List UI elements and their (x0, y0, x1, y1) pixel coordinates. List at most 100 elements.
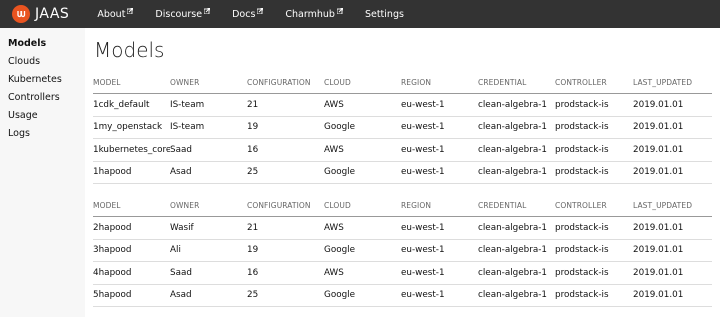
cell-configuration: 16 (247, 261, 324, 285)
nav-docs-link[interactable]: Docs (232, 8, 264, 20)
column-header-configuration[interactable]: CONFIGURATION (247, 194, 324, 217)
cell-model[interactable]: 1cdk_default (93, 93, 170, 117)
cell-credential: clean-algebra-1 (478, 216, 555, 240)
cell-credential: clean-algebra-1 (478, 138, 555, 162)
cell-credential: clean-algebra-1 (478, 239, 555, 262)
cell-configuration: 25 (247, 161, 324, 184)
column-header-model[interactable]: MODEL (93, 194, 170, 217)
nav-settings-link[interactable]: Settings (365, 9, 404, 20)
cell-controller: prodstack-is (555, 116, 633, 139)
cell-region: eu-west-1 (401, 216, 478, 240)
cell-last-updated: 2019.01.01 (633, 239, 712, 262)
cell-controller: prodstack-is (555, 261, 633, 285)
cell-last-updated: 2019.01.01 (633, 93, 712, 117)
cell-model[interactable]: 4hapood (93, 261, 170, 285)
models-table: MODEL OWNER CONFIGURATION CLOUD REGION CREDEN… (93, 194, 712, 307)
table-row[interactable]: 1kubernetes_core Saad 16 AWS eu-west-1 clean-… (93, 138, 712, 162)
cell-controller: prodstack-is (555, 93, 633, 117)
cell-region: eu-west-1 (401, 93, 478, 117)
cell-last-updated: 2019.01.01 (633, 284, 712, 307)
cell-configuration: 21 (247, 216, 324, 240)
column-header-cloud[interactable]: CLOUD (324, 194, 401, 217)
cell-model[interactable]: 1hapood (93, 161, 170, 184)
cell-owner: Ali (170, 239, 247, 262)
nav-about-label: About (97, 8, 126, 20)
column-header-credential[interactable]: CREDENTIAL (478, 194, 555, 217)
cell-model[interactable]: 1kubernetes_core (93, 138, 170, 162)
nav-about-link[interactable]: About (97, 8, 134, 20)
cell-cloud: Google (324, 239, 401, 262)
cell-region: eu-west-1 (401, 138, 478, 162)
cell-credential: clean-algebra-1 (478, 261, 555, 285)
table-row[interactable]: 1my_openstack IS-team 19 Google eu-west-1 cle… (93, 116, 712, 139)
column-header-owner[interactable]: OWNER (170, 71, 247, 94)
sidebar-item-controllers[interactable]: Controllers (0, 89, 85, 107)
page-title: Models (94, 38, 165, 62)
cell-cloud: AWS (324, 261, 401, 285)
top-navigation-bar: JAAS About Discourse Docs Charmhub Setti… (0, 0, 720, 28)
cell-region: eu-west-1 (401, 161, 478, 184)
cell-model[interactable]: 3hapood (93, 239, 170, 262)
sidebar-item-kubernetes[interactable]: Kubernetes (0, 71, 85, 89)
cell-model[interactable]: 1my_openstack (93, 116, 170, 139)
sidebar-item-models[interactable]: Models (0, 35, 85, 53)
column-header-region[interactable]: REGION (401, 194, 478, 217)
column-header-cloud[interactable]: CLOUD (324, 71, 401, 94)
cell-configuration: 19 (247, 116, 324, 139)
column-header-region[interactable]: REGION (401, 71, 478, 94)
nav-discourse-label: Discourse (155, 8, 203, 20)
brand[interactable]: JAAS (12, 5, 69, 23)
column-header-controller[interactable]: CONTROLLER (555, 194, 633, 217)
cell-owner: IS-team (170, 116, 247, 139)
cell-model[interactable]: 5hapood (93, 284, 170, 307)
external-link-icon (204, 8, 211, 14)
cell-credential: clean-algebra-1 (478, 93, 555, 117)
cell-configuration: 19 (247, 239, 324, 262)
table-header-row: MODEL OWNER CONFIGURATION CLOUD REGION CREDEN… (93, 71, 712, 94)
column-header-model[interactable]: MODEL (93, 71, 170, 94)
models-table: MODEL OWNER CONFIGURATION CLOUD REGION CREDEN… (93, 71, 712, 184)
table-row[interactable]: 1cdk_default IS-team 21 AWS eu-west-1 clean-a… (93, 93, 712, 117)
cell-controller: prodstack-is (555, 216, 633, 240)
cell-owner: Asad (170, 284, 247, 307)
brand-name: JAAS (35, 6, 70, 22)
cell-credential: clean-algebra-1 (478, 284, 555, 307)
sidebar-item-clouds[interactable]: Clouds (0, 53, 85, 71)
cell-region: eu-west-1 (401, 261, 478, 285)
cell-owner: Asad (170, 161, 247, 184)
nav-discourse-link[interactable]: Discourse (155, 8, 211, 20)
cell-cloud: Google (324, 116, 401, 139)
sidebar-item-logs[interactable]: Logs (0, 125, 85, 143)
column-header-last-updated[interactable]: LAST_UPDATED (633, 194, 712, 217)
cell-last-updated: 2019.01.01 (633, 216, 712, 240)
table-row[interactable]: 1hapood Asad 25 Google eu-west-1 clean-algebr… (93, 161, 712, 184)
cell-credential: clean-algebra-1 (478, 161, 555, 184)
table-row[interactable]: 4hapood Saad 16 AWS eu-west-1 clean-algebra-1… (93, 261, 712, 285)
sidebar: Models Clouds Kubernetes Controllers Usa… (0, 28, 85, 317)
table-row[interactable]: 2hapood Wasif 21 AWS eu-west-1 clean-algebra-… (93, 216, 712, 240)
column-header-last-updated[interactable]: LAST_UPDATED (633, 71, 712, 94)
column-header-credential[interactable]: CREDENTIAL (478, 71, 555, 94)
external-link-icon (127, 8, 134, 14)
cell-cloud: AWS (324, 138, 401, 162)
column-header-controller[interactable]: CONTROLLER (555, 71, 633, 94)
cell-region: eu-west-1 (401, 284, 478, 307)
cell-region: eu-west-1 (401, 239, 478, 262)
cell-last-updated: 2019.01.01 (633, 138, 712, 162)
table-row[interactable]: 3hapood Ali 19 Google eu-west-1 clean-algebra… (93, 239, 712, 262)
sidebar-item-usage[interactable]: Usage (0, 107, 85, 125)
nav-charmhub-label: Charmhub (285, 8, 335, 20)
column-header-configuration[interactable]: CONFIGURATION (247, 71, 324, 94)
cell-configuration: 16 (247, 138, 324, 162)
cell-cloud: Google (324, 284, 401, 307)
cell-cloud: AWS (324, 93, 401, 117)
cell-owner: IS-team (170, 93, 247, 117)
nav-charmhub-link[interactable]: Charmhub (285, 8, 343, 20)
cell-owner: Saad (170, 261, 247, 285)
table-row[interactable]: 5hapood Asad 25 Google eu-west-1 clean-algebr… (93, 284, 712, 307)
main-content: Models MODEL OWNER CONFIGURATION CLOUD REGIO… (85, 28, 720, 317)
cell-model[interactable]: 2hapood (93, 216, 170, 240)
column-header-owner[interactable]: OWNER (170, 194, 247, 217)
cell-credential: clean-algebra-1 (478, 116, 555, 139)
cell-cloud: Google (324, 161, 401, 184)
